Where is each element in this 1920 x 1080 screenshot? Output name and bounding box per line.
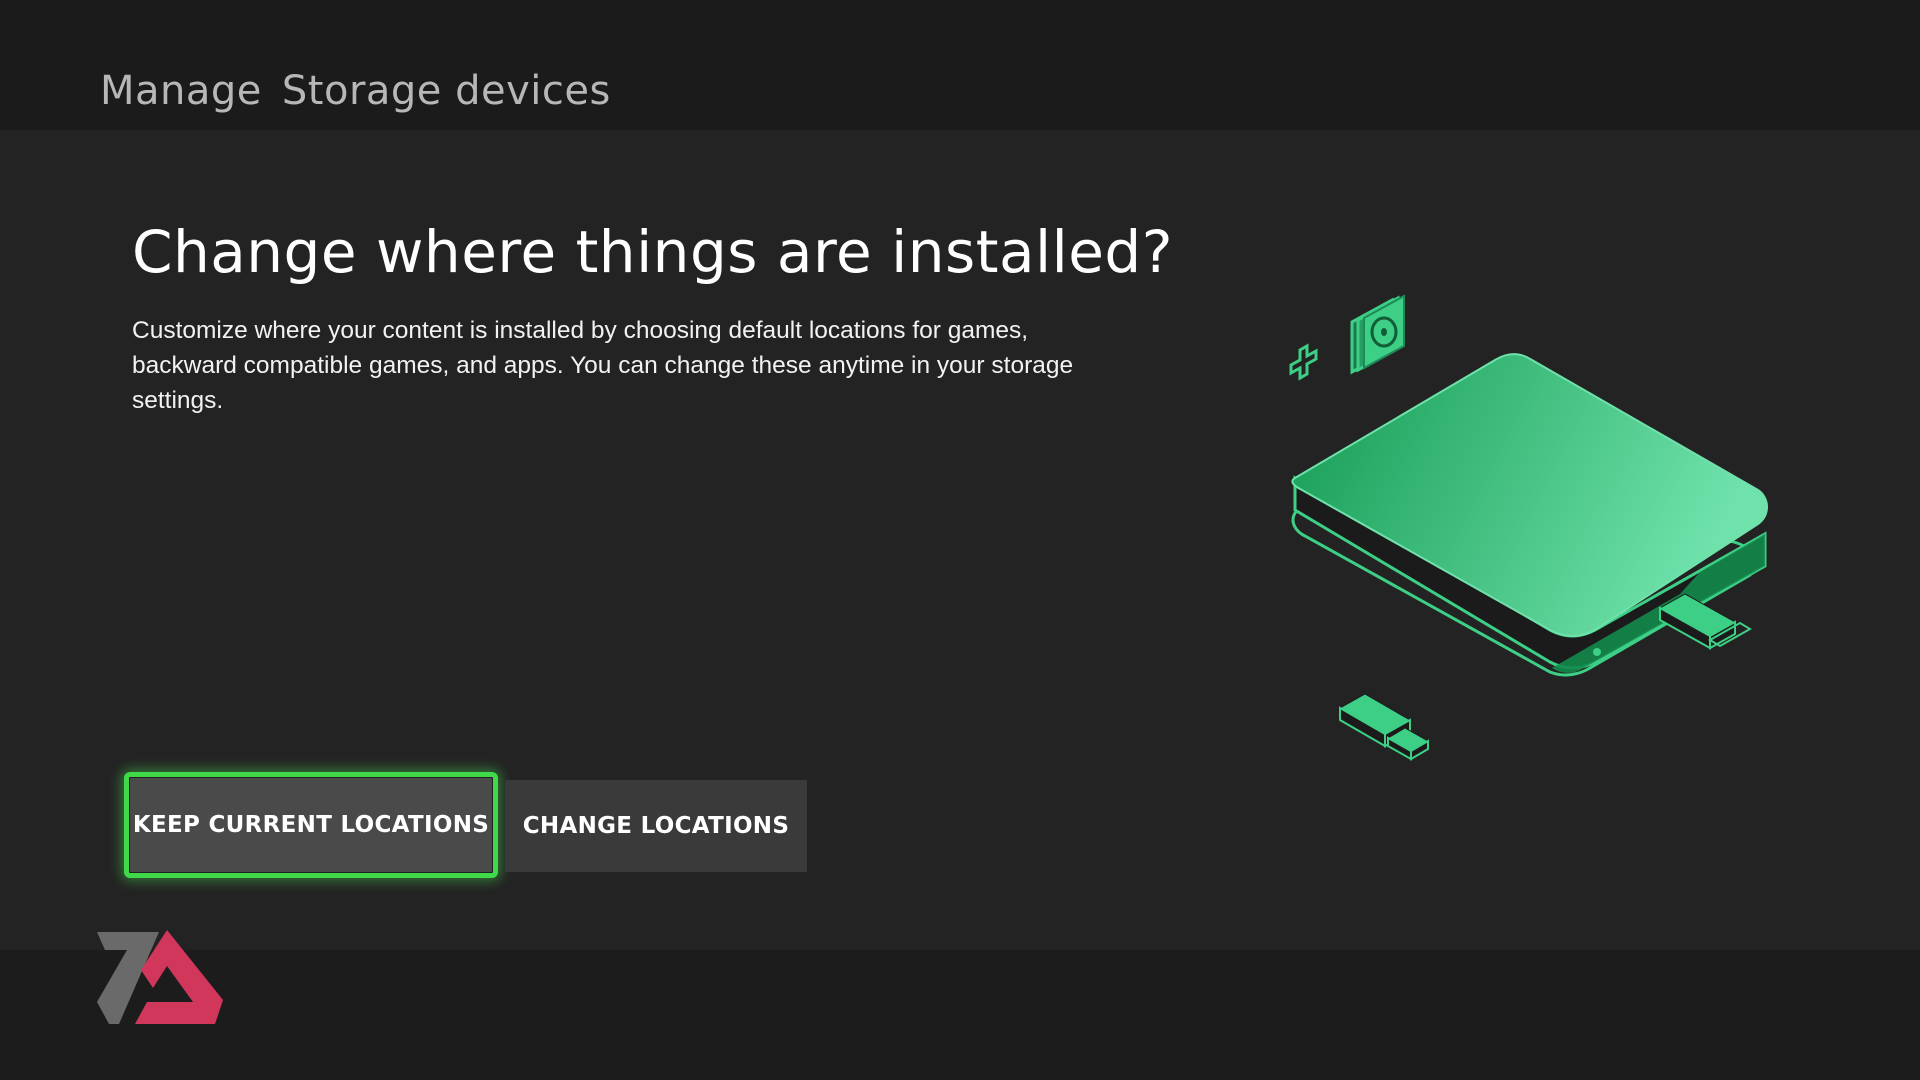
watermark-logo [97,930,223,1024]
keep-current-locations-button[interactable]: KEEP CURRENT LOCATIONS [124,772,498,878]
breadcrumb-page: Storage devices [281,68,611,114]
disc-icon [1350,294,1405,375]
external-storage-drive-icon [1289,294,1768,761]
change-locations-label: CHANGE LOCATIONS [522,813,790,839]
footer-bar [0,950,1920,1080]
usb-plug-icon [1338,693,1430,761]
change-locations-button[interactable]: CHANGE LOCATIONS [505,780,807,872]
page-title: Change where things are installed? [132,218,1174,286]
dialog-description: Customize where your content is installe… [132,317,1074,414]
plus-icon [1289,343,1318,381]
keep-current-locations-label: KEEP CURRENT LOCATIONS [132,812,490,838]
breadcrumb-section: Manage [100,68,262,114]
breadcrumb: Manage Storage devices [100,68,611,114]
